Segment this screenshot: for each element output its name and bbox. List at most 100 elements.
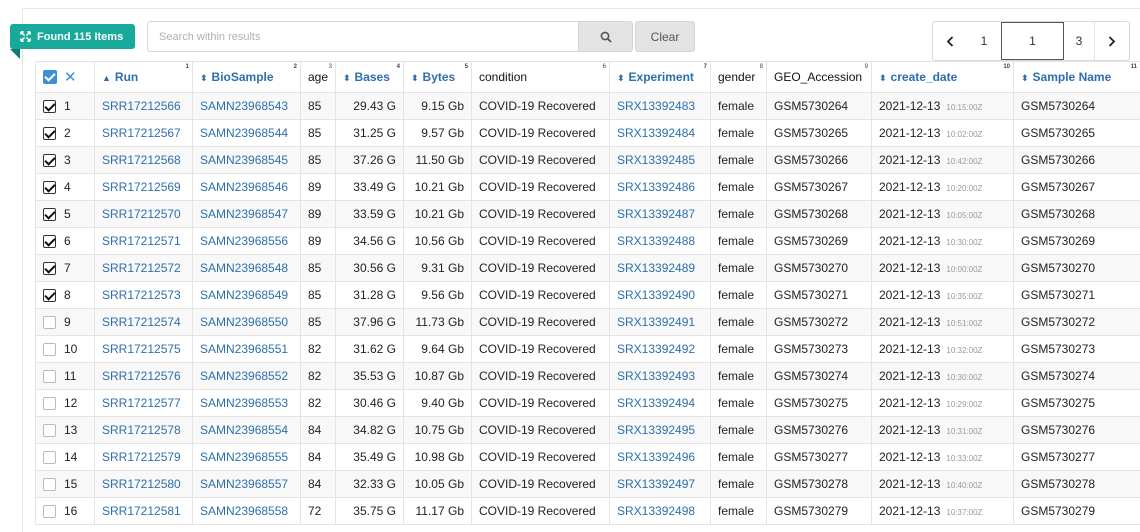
condition-cell: COVID-19 Recovered <box>479 369 596 383</box>
experiment-cell: SRX13392485 <box>609 146 711 174</box>
row-checkbox[interactable] <box>43 477 56 491</box>
row-checkbox[interactable] <box>43 153 56 167</box>
row-checkbox[interactable] <box>43 504 56 518</box>
experiment-link[interactable]: SRX13392493 <box>617 369 695 383</box>
biosample-link[interactable]: SAMN23968543 <box>200 99 288 113</box>
bases-cell: 31.25 G <box>335 119 404 147</box>
biosample-link[interactable]: SAMN23968547 <box>200 207 288 221</box>
clear-selection-icon[interactable]: ✕ <box>64 68 77 86</box>
column-header: age 3 <box>300 61 336 93</box>
row-checkbox[interactable] <box>43 288 56 302</box>
column-header[interactable]: ⬍ Sample Name 11 <box>1013 61 1140 93</box>
biosample-link[interactable]: SAMN23968554 <box>200 423 288 437</box>
run-link[interactable]: SRR17212581 <box>102 504 181 518</box>
experiment-link[interactable]: SRX13392496 <box>617 450 695 464</box>
row-checkbox[interactable] <box>43 342 56 356</box>
run-link[interactable]: SRR17212574 <box>102 315 181 329</box>
age-cell: 85 <box>308 315 322 329</box>
experiment-link[interactable]: SRX13392494 <box>617 396 695 410</box>
run-link[interactable]: SRR17212572 <box>102 261 181 275</box>
run-link[interactable]: SRR17212570 <box>102 207 181 221</box>
run-link[interactable]: SRR17212568 <box>102 153 181 167</box>
biosample-link[interactable]: SAMN23968558 <box>200 504 288 518</box>
run-link[interactable]: SRR17212578 <box>102 423 181 437</box>
row-checkbox[interactable] <box>43 126 56 140</box>
search-button[interactable] <box>578 21 633 52</box>
biosample-link[interactable]: SAMN23968551 <box>200 342 288 356</box>
biosample-link[interactable]: SAMN23968555 <box>200 450 288 464</box>
found-items-badge[interactable]: Found 115 Items <box>10 24 135 59</box>
row-checkbox[interactable] <box>43 369 56 383</box>
experiment-cell: SRX13392487 <box>609 200 711 228</box>
column-header[interactable]: ⬍ Bases 4 <box>335 61 404 93</box>
biosample-link[interactable]: SAMN23968549 <box>200 288 288 302</box>
experiment-link[interactable]: SRX13392497 <box>617 477 695 491</box>
experiment-link[interactable]: SRX13392488 <box>617 234 695 248</box>
run-cell: SRR17212571 <box>94 227 193 255</box>
column-header[interactable]: ⬍ Experiment 7 <box>609 61 711 93</box>
bases-cell: 30.56 G <box>353 261 396 275</box>
row-checkbox[interactable] <box>43 315 56 329</box>
biosample-link[interactable]: SAMN23968550 <box>200 315 288 329</box>
age-cell: 84 <box>300 443 336 471</box>
column-number: 7 <box>703 64 707 70</box>
experiment-link[interactable]: SRX13392495 <box>617 423 695 437</box>
clear-button[interactable]: Clear <box>635 21 695 52</box>
run-link[interactable]: SRR17212575 <box>102 342 181 356</box>
sample-name-cell: GSM5730272 <box>1021 315 1096 329</box>
column-label: Bytes <box>422 70 456 84</box>
page-button[interactable]: 1 <box>967 22 1001 60</box>
run-link[interactable]: SRR17212573 <box>102 288 181 302</box>
bytes-cell: 9.56 Gb <box>403 281 472 309</box>
row-checkbox[interactable] <box>43 261 56 275</box>
bases-cell: 32.33 G <box>335 470 404 498</box>
row-checkbox[interactable] <box>43 423 56 437</box>
run-link[interactable]: SRR17212577 <box>102 396 181 410</box>
row-checkbox[interactable] <box>43 99 56 113</box>
row-number: 14 <box>64 450 78 465</box>
run-link[interactable]: SRR17212569 <box>102 180 181 194</box>
age-cell: 85 <box>300 146 336 174</box>
column-header[interactable]: ⬍ create_date 10 <box>871 61 1014 93</box>
biosample-link[interactable]: SAMN23968553 <box>200 396 288 410</box>
bases-cell: 31.28 G <box>353 288 396 302</box>
biosample-link[interactable]: SAMN23968546 <box>200 180 288 194</box>
biosample-link[interactable]: SAMN23968557 <box>200 477 288 491</box>
prev-page-button[interactable] <box>933 22 967 60</box>
run-link[interactable]: SRR17212571 <box>102 234 181 248</box>
run-link[interactable]: SRR17212579 <box>102 450 181 464</box>
row-checkbox[interactable] <box>43 207 56 221</box>
page-current-input[interactable]: 1 <box>1001 22 1064 60</box>
biosample-link[interactable]: SAMN23968545 <box>200 153 288 167</box>
experiment-link[interactable]: SRX13392489 <box>617 261 695 275</box>
experiment-link[interactable]: SRX13392485 <box>617 153 695 167</box>
search-input[interactable] <box>147 21 578 52</box>
experiment-link[interactable]: SRX13392492 <box>617 342 695 356</box>
column-header[interactable]: ⬍ Bytes 5 <box>403 61 472 93</box>
run-link[interactable]: SRR17212580 <box>102 477 181 491</box>
biosample-link[interactable]: SAMN23968544 <box>200 126 288 140</box>
experiment-link[interactable]: SRX13392483 <box>617 99 695 113</box>
run-link[interactable]: SRR17212566 <box>102 99 181 113</box>
experiment-link[interactable]: SRX13392498 <box>617 504 695 518</box>
row-checkbox[interactable] <box>43 396 56 410</box>
row-checkbox[interactable] <box>43 180 56 194</box>
experiment-link[interactable]: SRX13392491 <box>617 315 695 329</box>
select-all-checkbox[interactable] <box>43 70 57 84</box>
sample-name-cell: GSM5730265 <box>1021 126 1096 140</box>
row-checkbox[interactable] <box>43 234 56 248</box>
experiment-link[interactable]: SRX13392487 <box>617 207 695 221</box>
biosample-link[interactable]: SAMN23968552 <box>200 369 288 383</box>
column-header[interactable]: ▲ Run 1 <box>94 61 193 93</box>
page-button[interactable]: 3 <box>1064 22 1094 60</box>
experiment-link[interactable]: SRX13392484 <box>617 126 695 140</box>
row-checkbox[interactable] <box>43 450 56 464</box>
run-link[interactable]: SRR17212567 <box>102 126 181 140</box>
experiment-link[interactable]: SRX13392486 <box>617 180 695 194</box>
biosample-link[interactable]: SAMN23968556 <box>200 234 288 248</box>
next-page-button[interactable] <box>1094 22 1129 60</box>
run-link[interactable]: SRR17212576 <box>102 369 181 383</box>
experiment-link[interactable]: SRX13392490 <box>617 288 695 302</box>
biosample-link[interactable]: SAMN23968548 <box>200 261 288 275</box>
column-header[interactable]: ⬍ BioSample 2 <box>192 61 301 93</box>
